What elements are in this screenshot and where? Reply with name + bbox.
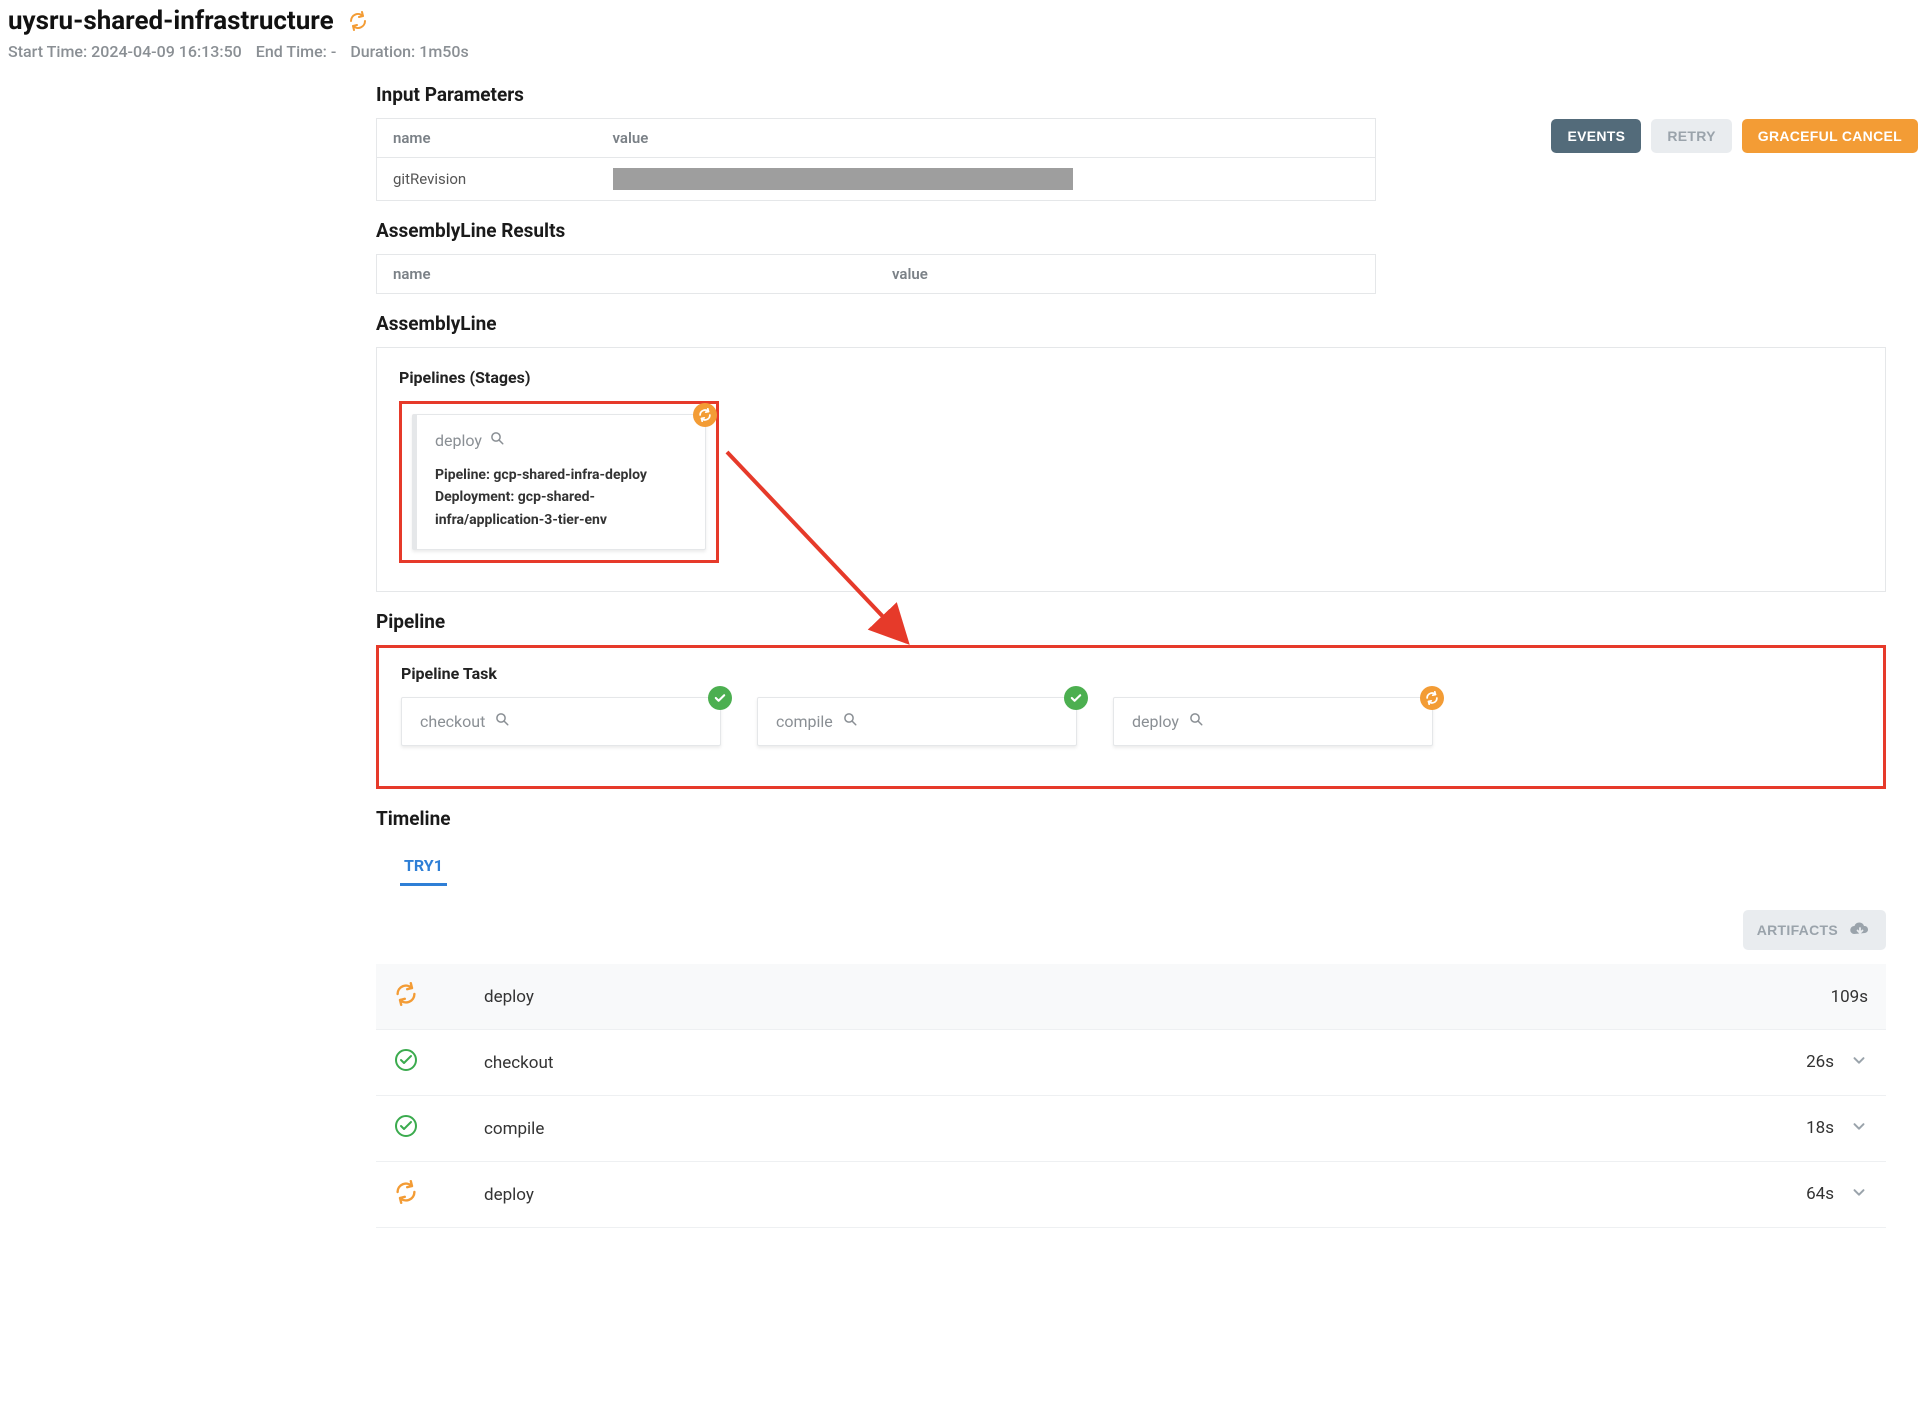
timeline-title: Timeline: [376, 807, 1918, 830]
success-badge-icon: [708, 686, 732, 710]
running-badge-icon: [693, 403, 717, 427]
cloud-download-icon: [1848, 918, 1872, 942]
pipeline-task-title: Pipeline Task: [401, 664, 1861, 683]
col-name: name: [377, 119, 597, 158]
pipeline-label: Pipeline:: [435, 467, 490, 483]
events-button[interactable]: EVENTS: [1551, 119, 1641, 153]
stage-highlight-frame: deploy Pipeline: gcp-shared-infra-deploy…: [399, 401, 719, 563]
timeline-row[interactable]: checkout 26s: [376, 1030, 1886, 1096]
stages-title: Pipelines (Stages): [399, 368, 1863, 387]
chevron-down-icon[interactable]: [1850, 1117, 1868, 1140]
task-name: deploy: [1132, 712, 1179, 731]
duration-value: 1m50s: [419, 42, 468, 61]
search-icon[interactable]: [1189, 712, 1204, 731]
success-badge-icon: [1064, 686, 1088, 710]
task-card[interactable]: checkout: [401, 697, 721, 746]
stage-card[interactable]: deploy Pipeline: gcp-shared-infra-deploy…: [412, 414, 706, 550]
timeline-table: deploy 109s checkout 26s compile 18s deploy 64s: [376, 964, 1886, 1228]
action-buttons: EVENTS RETRY GRACEFUL CANCEL: [1551, 119, 1918, 153]
start-time-value: 2024-04-09 16:13:50: [91, 42, 242, 61]
timeline-row[interactable]: compile 18s: [376, 1096, 1886, 1162]
artifacts-button[interactable]: ARTIFACTS: [1743, 910, 1886, 950]
assembly-results-table: name value: [376, 254, 1376, 294]
chevron-down-icon[interactable]: [1850, 1051, 1868, 1074]
timeline-step-duration: 26s: [1806, 1052, 1834, 1072]
page-header: uysru-shared-infrastructure Start Time: …: [8, 6, 1918, 61]
artifacts-label: ARTIFACTS: [1757, 922, 1838, 938]
timeline-step-name: deploy: [436, 964, 1278, 1030]
param-name: gitRevision: [377, 158, 597, 201]
pipeline-highlight-frame: Pipeline Task checkout compile deploy: [376, 645, 1886, 789]
success-icon: [394, 1048, 418, 1072]
search-icon[interactable]: [490, 431, 505, 450]
retry-button[interactable]: RETRY: [1651, 119, 1731, 153]
task-card[interactable]: compile: [757, 697, 1077, 746]
col-name: name: [377, 255, 877, 294]
timeline-step-name: compile: [436, 1096, 1278, 1162]
run-meta: Start Time: 2024-04-09 16:13:50 End Time…: [8, 42, 1918, 61]
end-time-label: End Time:: [256, 42, 327, 61]
col-value: value: [597, 119, 1376, 158]
task-card[interactable]: deploy: [1113, 697, 1433, 746]
end-time-value: -: [331, 42, 336, 61]
timeline-row[interactable]: deploy 64s: [376, 1162, 1886, 1228]
page-title: uysru-shared-infrastructure: [8, 6, 334, 36]
search-icon[interactable]: [495, 712, 510, 731]
assemblyline-panel: Pipelines (Stages) deploy Pipeline: gcp-…: [376, 347, 1886, 592]
chevron-down-icon[interactable]: [1850, 1183, 1868, 1206]
input-parameters-table: name value gitRevision: [376, 118, 1376, 201]
task-name: compile: [776, 712, 833, 731]
task-name: checkout: [420, 712, 485, 731]
table-row: gitRevision: [377, 158, 1376, 201]
col-value: value: [876, 255, 1376, 294]
timeline-step-name: deploy: [436, 1162, 1278, 1228]
timeline-row: deploy 109s: [376, 964, 1886, 1030]
pipeline-value: gcp-shared-infra-deploy: [493, 467, 647, 483]
refresh-icon[interactable]: [348, 11, 368, 31]
input-parameters-title: Input Parameters: [376, 83, 1918, 106]
deployment-label: Deployment:: [435, 489, 514, 505]
graceful-cancel-button[interactable]: GRACEFUL CANCEL: [1742, 119, 1918, 153]
running-badge-icon: [1420, 686, 1444, 710]
timeline-step-duration: 64s: [1806, 1184, 1834, 1204]
assemblyline-title: AssemblyLine: [376, 312, 1918, 335]
timeline-step-name: checkout: [436, 1030, 1278, 1096]
timeline-tabs: TRY1: [376, 848, 1918, 886]
redacted-value: [613, 168, 1073, 190]
param-value: [597, 158, 1376, 201]
pipeline-title: Pipeline: [376, 610, 1918, 633]
duration-label: Duration:: [350, 42, 415, 61]
start-time-label: Start Time:: [8, 42, 87, 61]
assembly-results-title: AssemblyLine Results: [376, 219, 1918, 242]
success-icon: [394, 1114, 418, 1138]
search-icon[interactable]: [843, 712, 858, 731]
timeline-step-duration: 18s: [1806, 1118, 1834, 1138]
running-icon: [394, 982, 418, 1006]
running-icon: [394, 1180, 418, 1204]
tab-try1[interactable]: TRY1: [400, 848, 447, 886]
timeline-step-duration: 109s: [1831, 987, 1868, 1007]
stage-name: deploy: [435, 431, 482, 450]
